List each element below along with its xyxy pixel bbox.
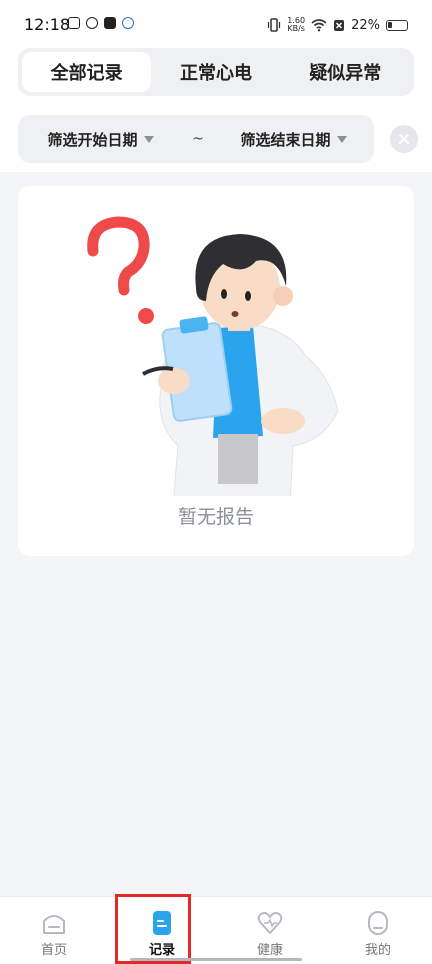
nav-item-records[interactable]: 记录 (108, 897, 216, 964)
heart-icon (257, 912, 283, 934)
status-time: 12:18 (24, 15, 71, 34)
record-icon (153, 911, 171, 935)
nav-item-health[interactable]: 健康 (216, 897, 324, 964)
nav-label-home: 首页 (40, 943, 67, 958)
status-right-group: 1.60 KB/s 22% (267, 15, 408, 35)
home-icon (43, 915, 65, 934)
doctor-illustration (87, 216, 339, 496)
caret-down-icon (143, 135, 154, 143)
empty-state-card: 暂无报告 (18, 186, 414, 556)
clear-filter-button[interactable] (390, 125, 418, 153)
status-bar: 12:18 1.60 KB/s 22% (0, 0, 432, 48)
notification-app-icon (122, 17, 134, 29)
start-date-label: 筛选开始日期 (47, 130, 138, 149)
empty-state-message: 暂无报告 (177, 506, 254, 528)
tab-all-records[interactable]: 全部记录 (22, 52, 152, 92)
battery-icon (386, 19, 408, 31)
close-icon (399, 134, 409, 144)
end-date-label: 筛选结束日期 (240, 130, 331, 149)
nav-label-records: 记录 (148, 943, 175, 958)
end-date-picker[interactable]: 筛选结束日期 (213, 129, 374, 150)
nav-item-home[interactable]: 首页 (0, 897, 108, 964)
notification-app-icon (68, 17, 80, 29)
profile-icon (368, 911, 388, 935)
network-speed: 1.60 KB/s (287, 16, 306, 33)
nav-label-health: 健康 (256, 943, 283, 958)
bottom-nav: 首页 记录 健康 我的 (0, 896, 432, 964)
record-tabs: 全部记录 正常心电 疑似异常 (18, 48, 414, 96)
wifi-icon (311, 19, 327, 32)
nav-label-profile: 我的 (364, 943, 391, 958)
start-date-picker[interactable]: 筛选开始日期 (18, 129, 183, 150)
battery-percent: 22% (351, 17, 380, 33)
tab-normal-ecg[interactable]: 正常心电 (151, 52, 280, 92)
no-sim-icon (334, 19, 345, 31)
caret-down-icon (336, 135, 347, 143)
vibrate-icon (268, 18, 281, 32)
notification-app-icon (86, 17, 98, 29)
date-separator: ~ (192, 131, 204, 147)
tab-suspected-abnormal[interactable]: 疑似异常 (281, 52, 410, 92)
nav-item-profile[interactable]: 我的 (324, 897, 432, 964)
tiktok-icon (104, 17, 116, 29)
date-filter: 筛选开始日期 ~ 筛选结束日期 (18, 115, 374, 163)
home-indicator (130, 958, 302, 961)
